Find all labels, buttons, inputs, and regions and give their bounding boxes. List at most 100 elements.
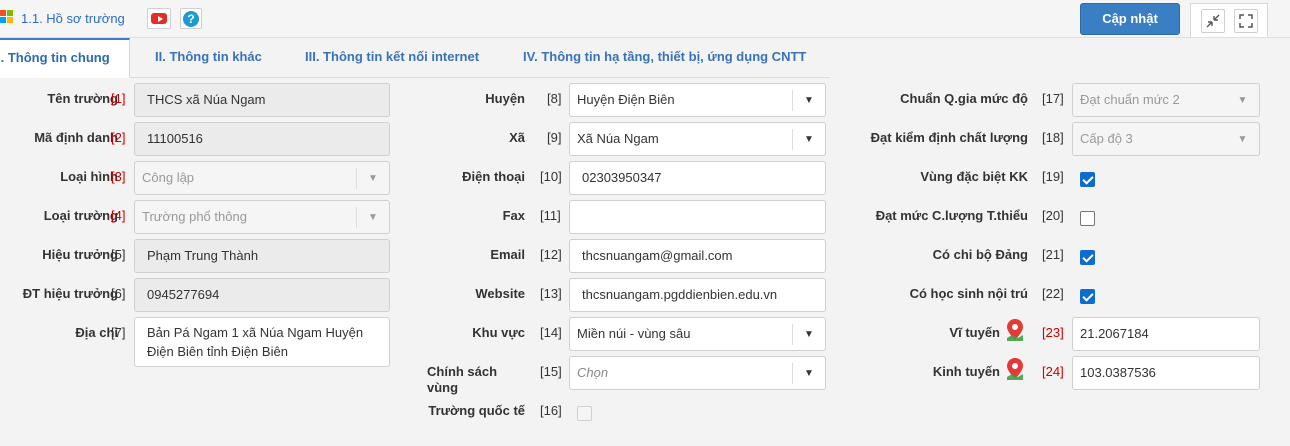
commune-select[interactable]: Xã Núa Ngam ▼ (569, 122, 826, 156)
district-select[interactable]: Huyện Điện Biên ▼ (569, 83, 826, 117)
principal-field[interactable]: Phạm Trung Thành (134, 239, 390, 273)
label-latitude: Vĩ tuyến (949, 325, 1000, 340)
quality-accreditation-value: Cấp độ 3 (1080, 131, 1133, 146)
label-principal: Hiệu trưởng (42, 247, 118, 262)
chevron-down-icon: ▼ (792, 129, 825, 150)
tab-bar: I. Thông tin chung II. Thông tin khác II… (0, 38, 1270, 78)
field-number: [18] (1042, 130, 1064, 145)
school-name-field[interactable]: THCS xã Núa Ngam (134, 83, 390, 117)
chevron-down-icon: ▼ (356, 207, 389, 228)
area-value: Miền núi - vùng sâu (577, 326, 691, 341)
field-number: [3] (111, 169, 126, 184)
update-button[interactable]: Cập nhật (1080, 3, 1180, 35)
field-number: [17] (1042, 91, 1064, 106)
field-number: [13] (540, 286, 562, 301)
national-standard-select[interactable]: Đạt chuẩn mức 2 ▼ (1072, 83, 1260, 117)
field-number: [4] (111, 208, 126, 223)
page-title: 1.1. Hồ sơ trường (21, 11, 125, 26)
youtube-icon[interactable] (147, 8, 171, 29)
header-bar: 1.1. Hồ sơ trường ? Cập nhật (0, 0, 1290, 38)
label-address: Địa chỉ (75, 325, 118, 340)
regional-policy-placeholder: Chọn (577, 365, 609, 380)
field-number: [14] (540, 325, 562, 340)
label-school-name: Tên trường (47, 91, 118, 106)
tab-general-info[interactable]: I. Thông tin chung (0, 38, 130, 78)
label-fax: Fax (502, 208, 525, 223)
field-number: [23] (1042, 325, 1064, 340)
tab-internet-info[interactable]: III. Thông tin kết nối internet (305, 38, 479, 78)
label-identifier: Mã định danh (34, 130, 118, 145)
national-standard-value: Đạt chuẩn mức 2 (1080, 92, 1180, 107)
label-principal-phone: ĐT hiệu trưởng (22, 286, 118, 301)
fullscreen-icon[interactable] (1234, 9, 1258, 33)
field-number: [16] (540, 403, 562, 418)
field-number: [1] (111, 91, 126, 106)
field-number: [12] (540, 247, 562, 262)
field-number: [19] (1042, 169, 1064, 184)
fax-field[interactable] (569, 200, 826, 234)
label-email: Email (490, 247, 525, 262)
label-quality-accreditation: Đạt kiểm định chất lượng (870, 130, 1028, 145)
area-select[interactable]: Miền núi - vùng sâu ▼ (569, 317, 826, 351)
help-icon: ? (183, 11, 199, 27)
field-number: [22] (1042, 286, 1064, 301)
label-regional-policy: Chính sách vùng (427, 364, 498, 395)
school-category-value: Trường phổ thông (142, 209, 247, 224)
label-school-category: Loại trường (43, 208, 118, 223)
identifier-field[interactable]: 11100516 (134, 122, 390, 156)
special-difficulty-zone-checkbox[interactable] (1080, 172, 1095, 187)
collapse-icon[interactable] (1201, 9, 1225, 33)
field-number: [7] (111, 325, 126, 340)
label-party-cell: Có chi bộ Đảng (932, 247, 1028, 262)
tab-other-info[interactable]: II. Thông tin khác (155, 38, 262, 78)
chevron-down-icon: ▼ (356, 168, 389, 189)
label-national-standard: Chuẩn Q.gia mức độ (900, 91, 1028, 106)
field-number: [10] (540, 169, 562, 184)
commune-value: Xã Núa Ngam (577, 131, 659, 146)
phone-field[interactable]: 02303950347 (569, 161, 826, 195)
label-website: Website (475, 286, 525, 301)
field-number: [21] (1042, 247, 1064, 262)
field-number: [5] (111, 247, 126, 262)
email-field[interactable]: thcsnuangam@gmail.com (569, 239, 826, 273)
longitude-field[interactable]: 103.0387536 (1072, 356, 1260, 390)
tab-divider (130, 77, 830, 78)
field-number: [8] (547, 91, 562, 106)
label-boarding-students: Có học sinh nội trú (909, 286, 1028, 301)
tab-infrastructure-info[interactable]: IV. Thông tin hạ tầng, thiết bị, ứng dụn… (523, 38, 806, 78)
website-field[interactable]: thcsnuangam.pgddienbien.edu.vn (569, 278, 826, 312)
district-value: Huyện Điện Biên (577, 92, 675, 107)
chevron-down-icon: ▼ (792, 363, 825, 384)
address-textarea[interactable]: Bản Pá Ngam 1 xã Núa Ngam Huyện Điện Biê… (134, 317, 390, 367)
principal-phone-field[interactable]: 0945277694 (134, 278, 390, 312)
label-special-difficulty-zone: Vùng đặc biệt KK (920, 169, 1028, 184)
regional-policy-select[interactable]: Chọn ▼ (569, 356, 826, 390)
boarding-students-checkbox[interactable] (1080, 289, 1095, 304)
chevron-down-icon: ▼ (792, 324, 825, 345)
windows-logo-icon (0, 10, 14, 25)
label-commune: Xã (509, 130, 525, 145)
chevron-down-icon: ▼ (792, 90, 825, 111)
map-pin-icon[interactable] (1005, 318, 1025, 342)
quality-accreditation-select[interactable]: Cấp độ 3 ▼ (1072, 122, 1260, 156)
minimum-quality-checkbox[interactable] (1080, 211, 1095, 226)
field-number: [20] (1042, 208, 1064, 223)
school-type-select[interactable]: Công lập ▼ (134, 161, 390, 195)
label-international-school: Trường quốc tế (428, 403, 525, 418)
school-category-select[interactable]: Trường phổ thông ▼ (134, 200, 390, 234)
label-phone: Điện thoại (462, 169, 525, 184)
party-cell-checkbox[interactable] (1080, 250, 1095, 265)
label-area: Khu vực (472, 325, 525, 340)
label-longitude: Kinh tuyến (932, 364, 1000, 379)
label-minimum-quality: Đạt mức C.lượng T.thiểu (875, 208, 1028, 223)
map-pin-icon[interactable] (1005, 357, 1025, 381)
international-school-checkbox[interactable] (577, 406, 592, 421)
window-controls (1190, 3, 1268, 37)
field-number: [11] (540, 208, 561, 223)
field-number: [9] (547, 130, 562, 145)
latitude-field[interactable]: 21.2067184 (1072, 317, 1260, 351)
field-number: [15] (540, 364, 562, 379)
field-number: [2] (111, 130, 126, 145)
help-button[interactable]: ? (180, 8, 202, 29)
label-school-type: Loại hình (60, 169, 118, 184)
